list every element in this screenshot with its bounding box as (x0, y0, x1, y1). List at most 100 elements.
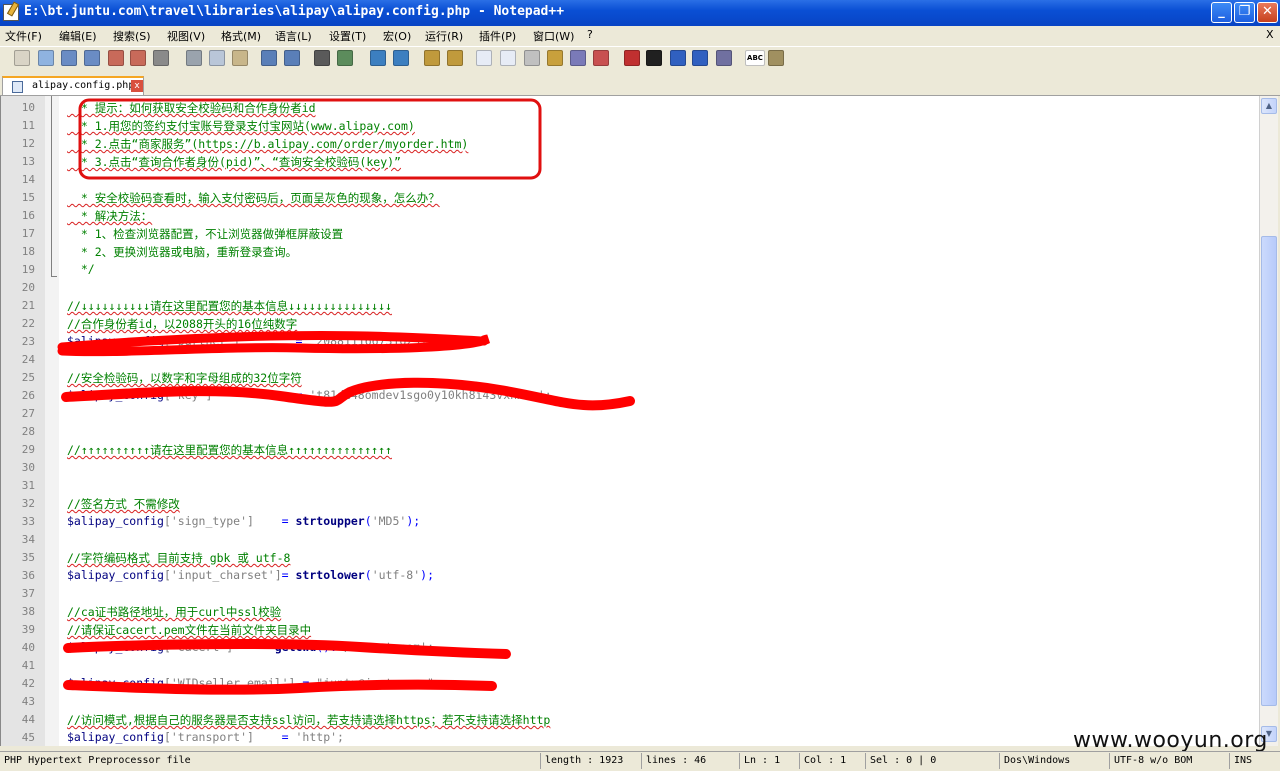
function-list-icon[interactable] (593, 50, 609, 66)
code-line[interactable]: * 2、更换浏览器或电脑，重新登录查询。 (67, 244, 297, 260)
code-line[interactable]: $alipay_config['sign_type'] = strtoupper… (67, 514, 420, 528)
doc-map-icon[interactable] (570, 50, 586, 66)
code-line[interactable]: * 1.用您的签约支付宝账号登录支付宝网站(www.alipay.com) (67, 118, 415, 134)
show-all-icon[interactable] (500, 50, 516, 66)
copy-icon[interactable] (209, 50, 225, 66)
print-icon[interactable] (153, 50, 169, 66)
cut-icon[interactable] (186, 50, 202, 66)
stop-macro-icon[interactable] (646, 50, 662, 66)
menu-window[interactable]: 窗口(W) (533, 28, 574, 44)
line-number: 42 (21, 677, 35, 690)
save-all-icon[interactable] (84, 50, 100, 66)
tab-close-icon[interactable]: x (131, 80, 143, 92)
menu-close-doc[interactable]: X (1266, 28, 1274, 41)
code-token: * 解决方法： (67, 209, 153, 223)
maximize-button[interactable]: ❐ (1234, 2, 1255, 23)
menu-help[interactable]: ? (587, 28, 593, 41)
code-token: $alipay_config (67, 514, 164, 528)
menu-search[interactable]: 搜索(S) (113, 28, 151, 44)
sync-h-icon[interactable] (447, 50, 463, 66)
tab-label: alipay.config.php (32, 80, 135, 91)
wrap-icon[interactable] (476, 50, 492, 66)
menu-run[interactable]: 运行(R) (425, 28, 463, 44)
user-lang-icon[interactable] (547, 50, 563, 66)
save-icon[interactable] (61, 50, 77, 66)
close-button[interactable]: ✕ (1257, 2, 1278, 23)
zoom-out-icon[interactable] (393, 50, 409, 66)
code-line[interactable]: //安全检验码，以数字和字母组成的32位字符 (67, 370, 302, 386)
menu-format[interactable]: 格式(M) (221, 28, 261, 44)
code-line[interactable]: $alipay_config['WIDseller_email'] = "jun… (67, 676, 441, 690)
line-number: 18 (21, 245, 35, 258)
run-macro-icon[interactable] (692, 50, 708, 66)
zoom-in-icon[interactable] (370, 50, 386, 66)
code-line[interactable]: $alipay_config['key'] = 't81de48omdev1sg… (67, 388, 552, 402)
code-line[interactable]: //ca证书路径地址，用于curl中ssl校验 (67, 604, 281, 620)
menu-language[interactable]: 语言(L) (275, 28, 312, 44)
replace-icon[interactable] (337, 50, 353, 66)
line-number: 37 (21, 587, 35, 600)
code-token: //ca证书路径地址，用于curl中ssl校验 (67, 605, 282, 619)
menu-macro[interactable]: 宏(O) (383, 28, 411, 44)
menu-settings[interactable]: 设置(T) (329, 28, 366, 44)
scroll-thumb[interactable] (1261, 236, 1277, 706)
code-line[interactable]: */ (67, 262, 95, 276)
code-line[interactable]: $alipay_config['input_charset']= strtolo… (67, 568, 434, 582)
hex-icon[interactable] (768, 50, 784, 66)
code-token: * 1、检查浏览器配置，不让浏览器做弹框屏蔽设置 (67, 227, 344, 241)
status-filetype: PHP Hypertext Preprocessor file (4, 755, 191, 766)
sync-v-icon[interactable] (424, 50, 440, 66)
tab-alipay-config[interactable]: alipay.config.php x (2, 76, 144, 95)
new-icon[interactable] (14, 50, 30, 66)
menu-view[interactable]: 视图(V) (167, 28, 205, 44)
spellcheck-icon[interactable]: ABC (745, 50, 765, 66)
close-icon[interactable] (108, 50, 124, 66)
menu-file[interactable]: 文件(F) (5, 28, 42, 44)
play-macro-icon[interactable] (670, 50, 686, 66)
code-line[interactable]: //签名方式 不需修改 (67, 496, 180, 512)
code-line[interactable]: * 安全校验码查看时，输入支付密码后，页面呈灰色的现象，怎么办？ (67, 190, 440, 206)
code-line[interactable]: //↑↑↑↑↑↑↑↑↑↑请在这里配置您的基本信息↑↑↑↑↑↑↑↑↑↑↑↑↑↑↑ (67, 442, 392, 458)
open-icon[interactable] (38, 50, 54, 66)
code-line[interactable]: * 1、检查浏览器配置，不让浏览器做弹框屏蔽设置 (67, 226, 343, 242)
code-line[interactable]: //字符编码格式 目前支持 gbk 或 utf-8 (67, 550, 290, 566)
minimize-button[interactable]: _ (1211, 2, 1232, 23)
undo-icon[interactable] (261, 50, 277, 66)
code-token: $alipay_config (67, 568, 164, 582)
code-token: $alipay_config (67, 334, 164, 348)
code-token: "juntu@juntu.com"; (316, 676, 441, 690)
code-line[interactable]: //↓↓↓↓↓↓↓↓↓↓请在这里配置您的基本信息↓↓↓↓↓↓↓↓↓↓↓↓↓↓↓ (67, 298, 392, 314)
code-line[interactable]: $alipay_config['cacert'] = getcwd().'/ca… (67, 640, 434, 654)
code-line[interactable]: $alipay_config['partner'] = '20881116673… (67, 334, 441, 348)
paste-icon[interactable] (232, 50, 248, 66)
code-line[interactable]: //请保证cacert.pem文件在当前文件夹目录中 (67, 622, 311, 638)
code-line[interactable]: $alipay_config['transport'] = 'http'; (67, 730, 344, 744)
code-line[interactable]: * 提示：如何获取安全校验码和合作身份者id (67, 100, 316, 116)
record-macro-icon[interactable] (624, 50, 640, 66)
indent-guide-icon[interactable] (524, 50, 540, 66)
code-token: $alipay_config (67, 388, 164, 402)
vertical-scrollbar[interactable]: ▲ ▼ (1259, 96, 1278, 746)
redo-icon[interactable] (284, 50, 300, 66)
code-line[interactable]: * 3.点击“查询合作者身份(pid)”、“查询安全校验码(key)” (67, 154, 401, 170)
code-token: //↑↑↑↑↑↑↑↑↑↑请在这里配置您的基本信息↑↑↑↑↑↑↑↑↑↑↑↑↑↑↑ (67, 443, 392, 457)
line-number: 10 (21, 101, 35, 114)
status-encoding: UTF-8 w/o BOM (1109, 753, 1229, 769)
code-token: //请保证cacert.pem文件在当前文件夹目录中 (67, 623, 312, 637)
code-line[interactable]: * 2.点击“商家服务”(https://b.alipay.com/order/… (67, 136, 469, 152)
save-macro-icon[interactable] (716, 50, 732, 66)
scroll-up-icon[interactable]: ▲ (1261, 98, 1277, 114)
close-all-icon[interactable] (130, 50, 146, 66)
menu-edit[interactable]: 编辑(E) (59, 28, 97, 44)
code-line[interactable]: //合作身份者id，以2088开头的16位纯数字 (67, 316, 297, 332)
find-icon[interactable] (314, 50, 330, 66)
editor[interactable]: 10 * 提示：如何获取安全校验码和合作身份者id 11 * 1.用您的签约支付宝… (0, 96, 1259, 746)
code-token: = (240, 334, 310, 348)
code-line[interactable]: * 解决方法： (67, 208, 152, 224)
code-token: ['input_charset'] (163, 568, 282, 582)
line-number: 17 (21, 227, 35, 240)
menu-plugins[interactable]: 插件(P) (479, 28, 516, 44)
code-line[interactable]: //访问模式,根据自己的服务器是否支持ssl访问，若支持请选择https；若不支… (67, 712, 550, 728)
code-token: = (212, 388, 310, 402)
code-token: ); (406, 514, 421, 528)
